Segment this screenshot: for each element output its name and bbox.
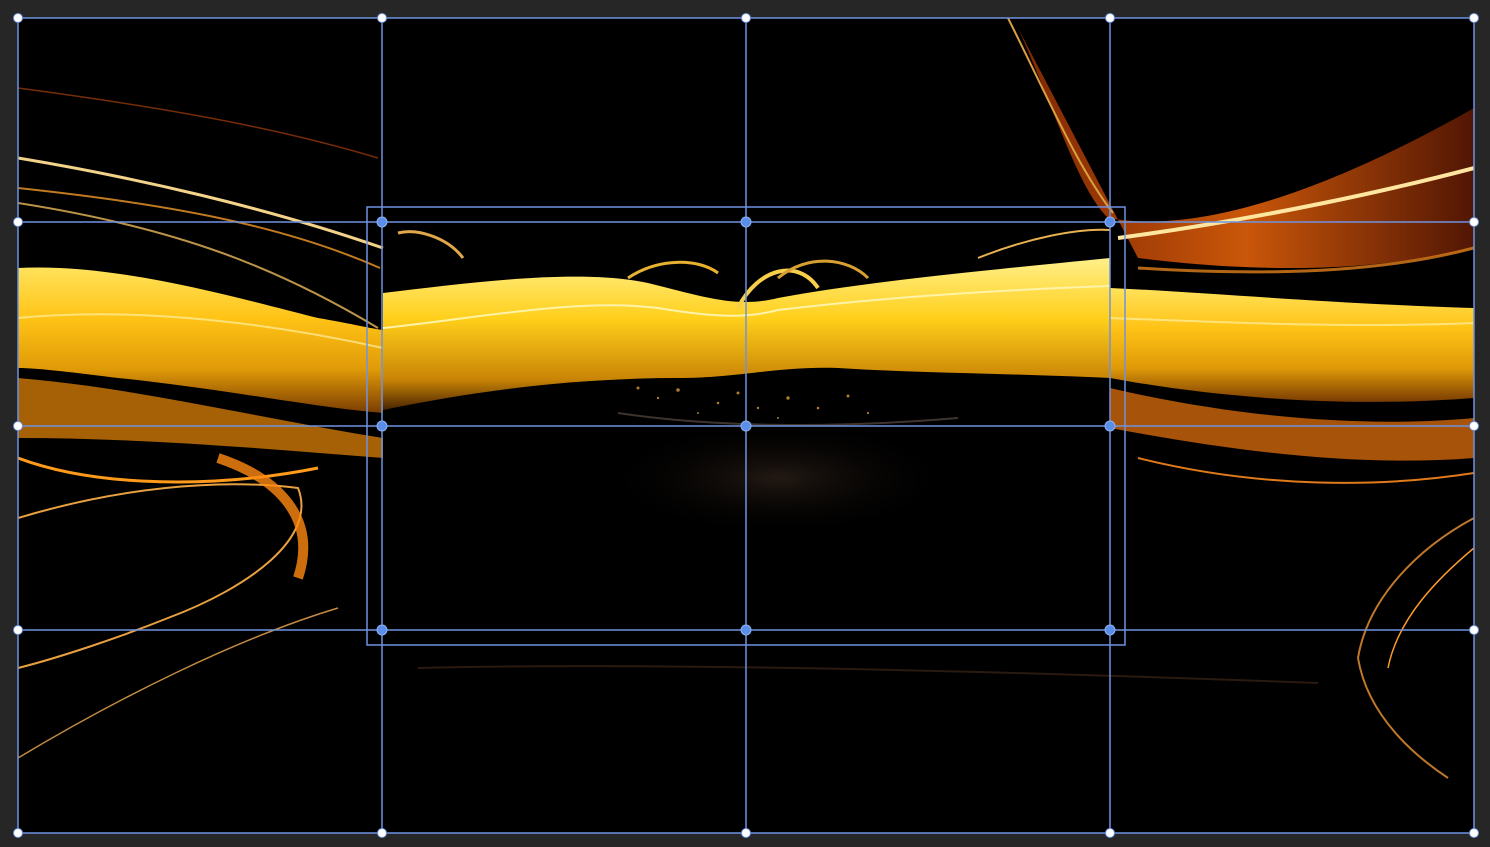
handle-outer-left-2[interactable] xyxy=(13,421,23,431)
handle-outer-bottom-left[interactable] xyxy=(13,828,23,838)
handle-outer-right-1[interactable] xyxy=(1469,217,1479,227)
handle-outer-top-3[interactable] xyxy=(1105,13,1115,23)
handle-bottom-right[interactable] xyxy=(1104,624,1116,636)
handle-bottom-left[interactable] xyxy=(376,624,388,636)
handle-top-center[interactable] xyxy=(740,216,752,228)
handle-outer-bottom-2[interactable] xyxy=(741,828,751,838)
handle-outer-left-3[interactable] xyxy=(13,625,23,635)
handle-outer-top-left[interactable] xyxy=(13,13,23,23)
handle-center[interactable] xyxy=(740,420,752,432)
handle-middle-right[interactable] xyxy=(1104,420,1116,432)
handle-outer-bottom-3[interactable] xyxy=(1105,828,1115,838)
handle-outer-bottom-1[interactable] xyxy=(377,828,387,838)
canvas-area[interactable] xyxy=(0,0,1490,847)
handle-outer-top-2[interactable] xyxy=(741,13,751,23)
handle-outer-bottom-right[interactable] xyxy=(1469,828,1479,838)
handle-outer-top-1[interactable] xyxy=(377,13,387,23)
handle-top-right[interactable] xyxy=(1104,216,1116,228)
handle-outer-right-3[interactable] xyxy=(1469,625,1479,635)
handle-bottom-center[interactable] xyxy=(740,624,752,636)
handle-top-left[interactable] xyxy=(376,216,388,228)
handle-middle-left[interactable] xyxy=(376,420,388,432)
handle-outer-left-1[interactable] xyxy=(13,217,23,227)
handle-outer-top-right[interactable] xyxy=(1469,13,1479,23)
handle-outer-right-2[interactable] xyxy=(1469,421,1479,431)
